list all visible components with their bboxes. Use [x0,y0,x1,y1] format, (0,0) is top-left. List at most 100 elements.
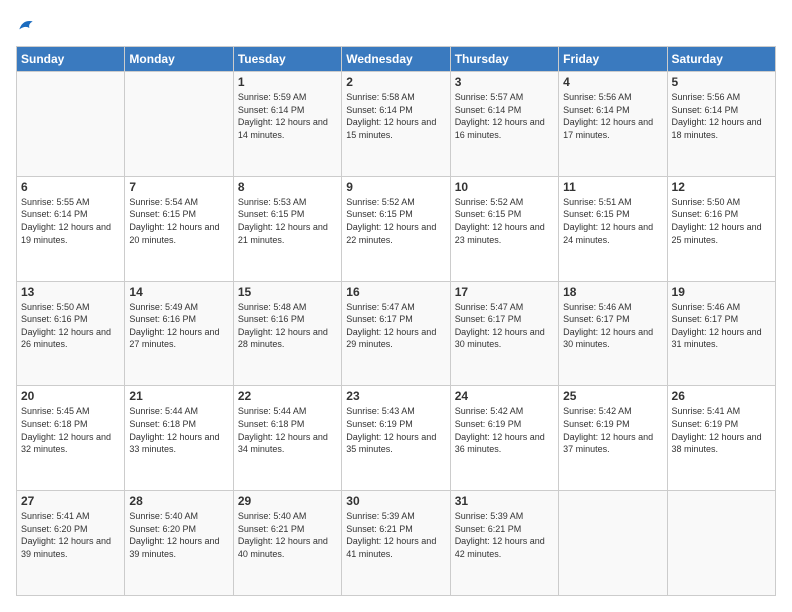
day-number: 11 [563,180,662,194]
day-info: Sunrise: 5:54 AM Sunset: 6:15 PM Dayligh… [129,196,228,246]
calendar-cell [667,491,775,596]
calendar-cell: 14 Sunrise: 5:49 AM Sunset: 6:16 PM Dayli… [125,281,233,386]
calendar-cell: 31Sunrise: 5:39 AM Sunset: 6:21 PM Dayli… [450,491,558,596]
day-info: Sunrise: 5:56 AM Sunset: 6:14 PM Dayligh… [563,91,662,141]
day-number: 12 [672,180,771,194]
day-number: 17 [455,285,554,299]
calendar-cell: 2Sunrise: 5:58 AM Sunset: 6:14 PM Daylig… [342,72,450,177]
calendar-cell: 25 Sunrise: 5:42 AM Sunset: 6:19 PM Dayli… [559,386,667,491]
calendar-cell: 20 Sunrise: 5:45 AM Sunset: 6:18 PM Dayli… [17,386,125,491]
day-number: 29 [238,494,337,508]
day-number: 15 [238,285,337,299]
calendar-day-header: Wednesday [342,47,450,72]
day-info: Sunrise: 5:42 AM Sunset: 6:19 PM Dayligh… [563,405,662,455]
day-info: Sunrise: 5:41 AM Sunset: 6:19 PM Dayligh… [672,405,771,455]
day-number: 25 [563,389,662,403]
day-info: Sunrise: 5:59 AM Sunset: 6:14 PM Dayligh… [238,91,337,141]
day-info: Sunrise: 5:49 AM Sunset: 6:16 PM Dayligh… [129,301,228,351]
calendar-cell: 6Sunrise: 5:55 AM Sunset: 6:14 PM Daylig… [17,176,125,281]
day-info: Sunrise: 5:44 AM Sunset: 6:18 PM Dayligh… [129,405,228,455]
calendar-day-header: Friday [559,47,667,72]
day-number: 14 [129,285,228,299]
calendar-header-row: SundayMondayTuesdayWednesdayThursdayFrid… [17,47,776,72]
calendar-cell: 13 Sunrise: 5:50 AM Sunset: 6:16 PM Dayli… [17,281,125,386]
calendar-week-row: 27 Sunrise: 5:41 AM Sunset: 6:20 PM Dayli… [17,491,776,596]
calendar-day-header: Sunday [17,47,125,72]
calendar-cell: 8Sunrise: 5:53 AM Sunset: 6:15 PM Daylig… [233,176,341,281]
calendar-cell: 18 Sunrise: 5:46 AM Sunset: 6:17 PM Dayli… [559,281,667,386]
day-number: 28 [129,494,228,508]
day-number: 3 [455,75,554,89]
calendar-week-row: 6Sunrise: 5:55 AM Sunset: 6:14 PM Daylig… [17,176,776,281]
calendar-cell: 1 Sunrise: 5:59 AM Sunset: 6:14 PM Daylig… [233,72,341,177]
day-info: Sunrise: 5:47 AM Sunset: 6:17 PM Dayligh… [346,301,445,351]
calendar-day-header: Monday [125,47,233,72]
calendar-cell [125,72,233,177]
calendar-cell: 11Sunrise: 5:51 AM Sunset: 6:15 PM Dayli… [559,176,667,281]
day-info: Sunrise: 5:52 AM Sunset: 6:15 PM Dayligh… [346,196,445,246]
logo-bird-icon [16,16,36,36]
calendar-cell: 5 Sunrise: 5:56 AM Sunset: 6:14 PM Daylig… [667,72,775,177]
day-info: Sunrise: 5:42 AM Sunset: 6:19 PM Dayligh… [455,405,554,455]
day-number: 13 [21,285,120,299]
day-info: Sunrise: 5:41 AM Sunset: 6:20 PM Dayligh… [21,510,120,560]
logo [16,16,40,36]
day-number: 9 [346,180,445,194]
day-number: 16 [346,285,445,299]
calendar-cell [559,491,667,596]
day-info: Sunrise: 5:40 AM Sunset: 6:20 PM Dayligh… [129,510,228,560]
day-number: 24 [455,389,554,403]
day-number: 27 [21,494,120,508]
calendar-cell: 29 Sunrise: 5:40 AM Sunset: 6:21 PM Dayli… [233,491,341,596]
day-info: Sunrise: 5:43 AM Sunset: 6:19 PM Dayligh… [346,405,445,455]
calendar-day-header: Thursday [450,47,558,72]
calendar-cell: 12 Sunrise: 5:50 AM Sunset: 6:16 PM Dayli… [667,176,775,281]
day-info: Sunrise: 5:50 AM Sunset: 6:16 PM Dayligh… [21,301,120,351]
day-number: 26 [672,389,771,403]
calendar-cell: 19 Sunrise: 5:46 AM Sunset: 6:17 PM Dayli… [667,281,775,386]
calendar-cell: 3Sunrise: 5:57 AM Sunset: 6:14 PM Daylig… [450,72,558,177]
day-info: Sunrise: 5:46 AM Sunset: 6:17 PM Dayligh… [672,301,771,351]
day-number: 22 [238,389,337,403]
day-number: 20 [21,389,120,403]
day-info: Sunrise: 5:46 AM Sunset: 6:17 PM Dayligh… [563,301,662,351]
day-info: Sunrise: 5:44 AM Sunset: 6:18 PM Dayligh… [238,405,337,455]
calendar-cell: 30Sunrise: 5:39 AM Sunset: 6:21 PM Dayli… [342,491,450,596]
day-number: 10 [455,180,554,194]
day-number: 8 [238,180,337,194]
day-info: Sunrise: 5:50 AM Sunset: 6:16 PM Dayligh… [672,196,771,246]
calendar-week-row: 20 Sunrise: 5:45 AM Sunset: 6:18 PM Dayli… [17,386,776,491]
day-number: 5 [672,75,771,89]
calendar-cell: 17Sunrise: 5:47 AM Sunset: 6:17 PM Dayli… [450,281,558,386]
day-number: 7 [129,180,228,194]
day-info: Sunrise: 5:40 AM Sunset: 6:21 PM Dayligh… [238,510,337,560]
calendar-cell: 22 Sunrise: 5:44 AM Sunset: 6:18 PM Dayli… [233,386,341,491]
day-number: 19 [672,285,771,299]
calendar-cell: 24 Sunrise: 5:42 AM Sunset: 6:19 PM Dayli… [450,386,558,491]
day-info: Sunrise: 5:56 AM Sunset: 6:14 PM Dayligh… [672,91,771,141]
day-number: 18 [563,285,662,299]
calendar-cell: 16 Sunrise: 5:47 AM Sunset: 6:17 PM Dayli… [342,281,450,386]
calendar-cell: 7 Sunrise: 5:54 AM Sunset: 6:15 PM Daylig… [125,176,233,281]
calendar-cell: 15 Sunrise: 5:48 AM Sunset: 6:16 PM Dayli… [233,281,341,386]
calendar-table: SundayMondayTuesdayWednesdayThursdayFrid… [16,46,776,596]
calendar-cell: 27 Sunrise: 5:41 AM Sunset: 6:20 PM Dayli… [17,491,125,596]
day-number: 23 [346,389,445,403]
calendar-week-row: 13 Sunrise: 5:50 AM Sunset: 6:16 PM Dayli… [17,281,776,386]
day-number: 4 [563,75,662,89]
header [16,16,776,36]
day-number: 31 [455,494,554,508]
calendar-day-header: Tuesday [233,47,341,72]
calendar-cell: 23 Sunrise: 5:43 AM Sunset: 6:19 PM Dayli… [342,386,450,491]
calendar-cell: 10Sunrise: 5:52 AM Sunset: 6:15 PM Dayli… [450,176,558,281]
day-number: 30 [346,494,445,508]
day-info: Sunrise: 5:48 AM Sunset: 6:16 PM Dayligh… [238,301,337,351]
calendar-day-header: Saturday [667,47,775,72]
calendar-cell: 9 Sunrise: 5:52 AM Sunset: 6:15 PM Daylig… [342,176,450,281]
day-number: 2 [346,75,445,89]
day-info: Sunrise: 5:45 AM Sunset: 6:18 PM Dayligh… [21,405,120,455]
day-number: 21 [129,389,228,403]
calendar-cell: 4 Sunrise: 5:56 AM Sunset: 6:14 PM Daylig… [559,72,667,177]
day-number: 1 [238,75,337,89]
calendar-cell: 21 Sunrise: 5:44 AM Sunset: 6:18 PM Dayli… [125,386,233,491]
